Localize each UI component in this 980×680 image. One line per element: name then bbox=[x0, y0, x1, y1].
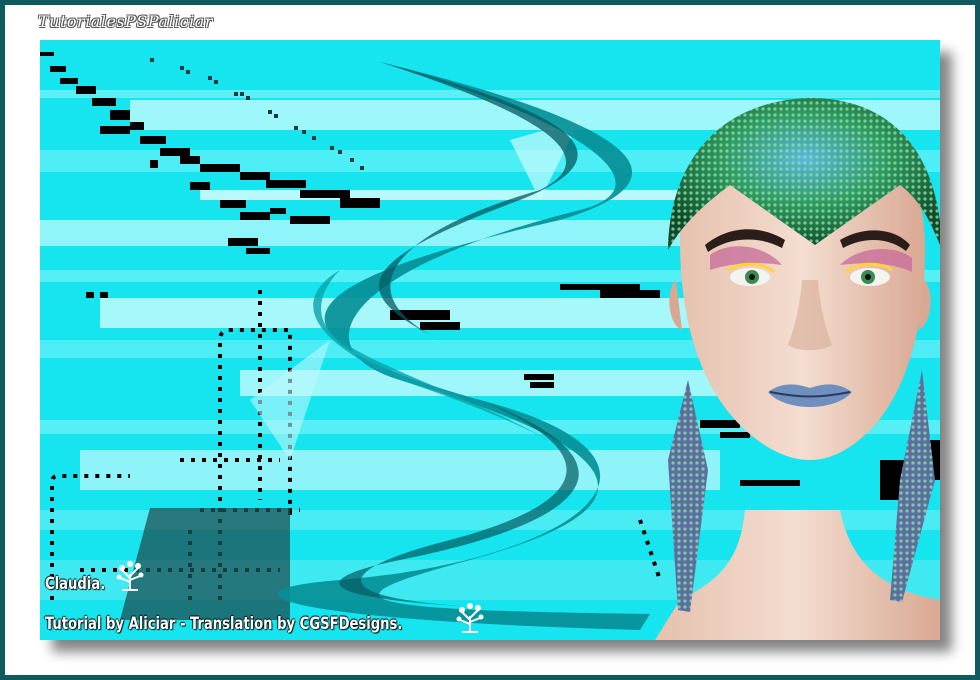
artwork-canvas bbox=[40, 40, 940, 640]
tree-flower-icon bbox=[116, 561, 144, 591]
tree-flower-icon bbox=[456, 603, 484, 633]
artwork-title: Claudia. bbox=[45, 574, 106, 594]
credits-line: Tutorial by Aliciar - Translation by CGS… bbox=[45, 614, 403, 634]
artwork-graphics bbox=[40, 52, 940, 640]
watermark-text: TutorialesPSPaliciar bbox=[38, 12, 213, 31]
portrait-figure bbox=[655, 98, 940, 640]
